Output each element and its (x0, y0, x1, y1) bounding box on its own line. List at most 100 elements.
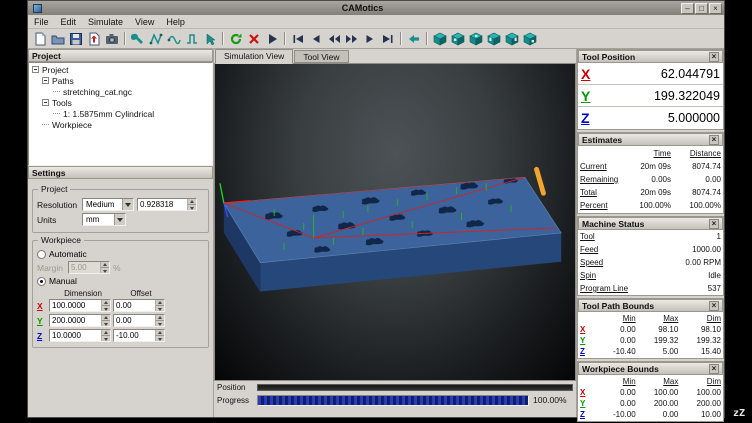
skip-to-start-button[interactable] (289, 30, 307, 48)
view-isometric-button[interactable] (431, 30, 449, 48)
automatic-radio[interactable] (37, 250, 46, 259)
view-front-button[interactable] (449, 30, 467, 48)
tool-position-header: Tool Position × (578, 50, 723, 63)
menu-view[interactable]: View (129, 17, 160, 27)
camotics-window: CAMotics – □ × File Edit Simulate View H… (27, 0, 725, 418)
spinner-arrows-icon[interactable] (101, 300, 110, 311)
machine-status-panel: Machine Status × Tool1 Feed1000.00 Speed… (577, 216, 724, 296)
project-panel-header: Project (28, 49, 213, 62)
tools-button[interactable] (129, 30, 147, 48)
speed-label: Speed (580, 256, 603, 269)
tool-position-y-row: Y 199.322049 (578, 85, 723, 107)
z-position-value: 5.000000 (599, 111, 720, 125)
tab-tool-view[interactable]: Tool View (294, 50, 348, 63)
tree-item-paths[interactable]: Paths (29, 75, 212, 86)
y-offset-spinner[interactable]: 0.00 (113, 314, 165, 327)
percent-time: 100.00% (628, 199, 671, 212)
tree-item-project[interactable]: Project (29, 64, 212, 75)
view-top-button[interactable] (467, 30, 485, 48)
fast-forward-button[interactable] (343, 30, 361, 48)
play-reverse-button[interactable] (307, 30, 325, 48)
automatic-radio-row[interactable]: Automatic (37, 249, 204, 259)
x-position-value: 62.044791 (599, 67, 720, 81)
open-project-button[interactable] (49, 30, 67, 48)
close-icon[interactable]: × (709, 219, 719, 229)
back-arrow-icon (407, 32, 421, 46)
position-slider[interactable] (257, 384, 573, 391)
spinner-arrows-icon[interactable] (100, 262, 109, 273)
back-button[interactable] (405, 30, 423, 48)
toolpath-steps-button[interactable] (183, 30, 201, 48)
collapse-icon[interactable] (32, 66, 39, 73)
margin-value: 5.00 (69, 262, 100, 273)
reload-button[interactable] (227, 30, 245, 48)
view-back-button[interactable] (521, 30, 539, 48)
units-select[interactable]: mm (82, 213, 126, 226)
collapse-icon[interactable] (42, 77, 49, 84)
x-dimension-spinner[interactable]: 100.0000 (49, 299, 111, 312)
z-offset-spinner[interactable]: -10.00 (113, 329, 165, 342)
tree-item-gcode-file[interactable]: stretching_cat.ngc (29, 86, 212, 97)
cell-value: 0.00 (593, 398, 636, 409)
tree-item-tool-1[interactable]: 1: 1.5875mm Cylindrical (29, 108, 212, 119)
title-bar[interactable]: CAMotics – □ × (28, 1, 724, 15)
tool-path-bounds-title: Tool Path Bounds (582, 301, 654, 311)
toolpath-curve-button[interactable] (165, 30, 183, 48)
spinner-arrows-icon[interactable] (155, 300, 164, 311)
manual-radio-row[interactable]: Manual (37, 276, 204, 286)
minimize-button[interactable]: – (681, 3, 694, 14)
maximize-button[interactable]: □ (695, 3, 708, 14)
menu-help[interactable]: Help (160, 17, 191, 27)
x-axis-label: X (580, 324, 593, 335)
resolution-select[interactable]: Medium (82, 198, 134, 211)
resolution-spinner[interactable]: 0.928318 (137, 198, 197, 211)
spinner-arrows-icon[interactable] (101, 330, 110, 341)
menu-file[interactable]: File (28, 17, 55, 27)
tree-item-tools[interactable]: Tools (29, 97, 212, 108)
save-project-button[interactable] (67, 30, 85, 48)
play-reverse-icon (309, 32, 323, 46)
tab-simulation-view[interactable]: Simulation View (215, 49, 293, 64)
snapshot-button[interactable] (103, 30, 121, 48)
close-icon[interactable]: × (709, 301, 719, 311)
close-icon[interactable]: × (709, 135, 719, 145)
dropdown-arrow-icon[interactable] (114, 214, 125, 225)
spinner-arrows-icon[interactable] (155, 315, 164, 326)
collapse-icon[interactable] (42, 99, 49, 106)
tree-line (53, 91, 60, 92)
close-button[interactable]: × (709, 3, 722, 14)
run-button[interactable] (263, 30, 281, 48)
menu-edit[interactable]: Edit (55, 17, 83, 27)
simulation-3d-viewport[interactable] (214, 64, 576, 381)
y-dimension-spinner[interactable]: 200.0000 (49, 314, 111, 327)
cell-value: 200.00 (678, 398, 721, 409)
new-project-button[interactable] (31, 30, 49, 48)
close-icon[interactable]: × (709, 52, 719, 62)
z-dimension-spinner[interactable]: 10.0000 (49, 329, 111, 342)
view-right-button[interactable] (503, 30, 521, 48)
z-axis-label: Z (581, 110, 599, 126)
export-button[interactable] (85, 30, 103, 48)
manual-radio[interactable] (37, 277, 46, 286)
menu-simulate[interactable]: Simulate (82, 17, 129, 27)
close-icon[interactable]: × (709, 364, 719, 374)
spinner-arrows-icon[interactable] (155, 330, 164, 341)
tree-item-workpiece[interactable]: Workpiece (29, 119, 212, 130)
x-offset-spinner[interactable]: 0.00 (113, 299, 165, 312)
cell-value: 0.00 (593, 335, 636, 346)
spinner-arrows-icon[interactable] (187, 199, 196, 210)
total-time: 20m 09s (628, 186, 671, 199)
view-left-button[interactable] (485, 30, 503, 48)
step-forward-button[interactable] (361, 30, 379, 48)
spinner-arrows-icon[interactable] (101, 315, 110, 326)
stop-button[interactable] (245, 30, 263, 48)
select-cursor-button[interactable] (201, 30, 219, 48)
skip-to-end-button[interactable] (379, 30, 397, 48)
toolpath-zigzag-button[interactable] (147, 30, 165, 48)
rewind-button[interactable] (325, 30, 343, 48)
margin-spinner[interactable]: 5.00 (68, 261, 110, 274)
tool-value: 1 (595, 230, 721, 243)
sleep-indicator-icon[interactable]: zZ (733, 408, 745, 419)
toolbar-separator (400, 32, 402, 45)
dropdown-arrow-icon[interactable] (122, 199, 133, 210)
